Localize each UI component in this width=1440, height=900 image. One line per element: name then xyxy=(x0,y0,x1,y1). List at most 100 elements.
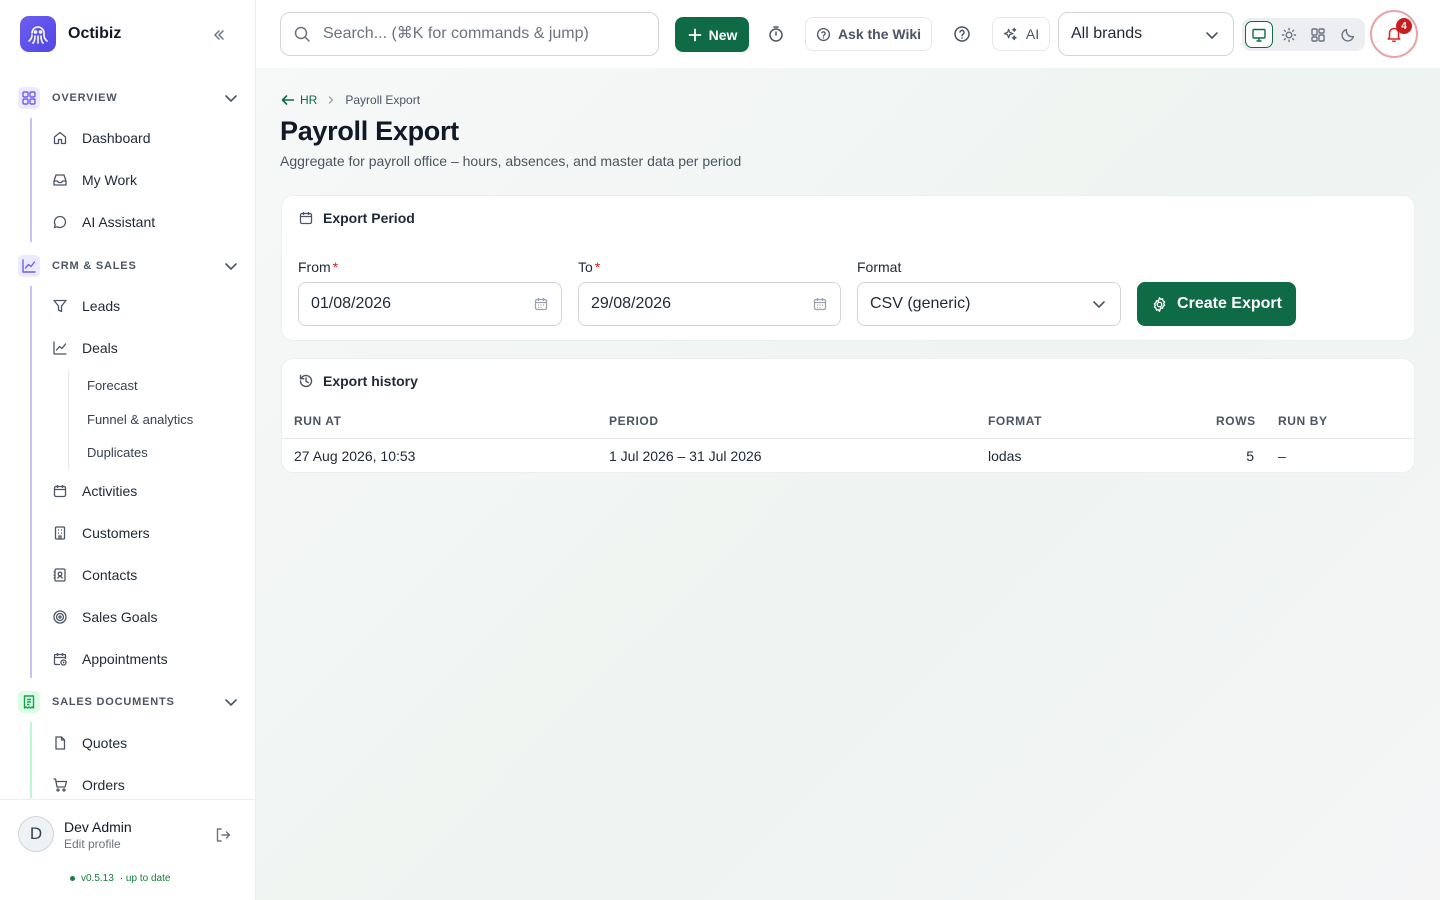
version-status: v0.5.13 · up to date xyxy=(70,873,170,884)
avatar[interactable]: D xyxy=(18,816,54,852)
sidebar-item-label: Activities xyxy=(82,483,138,499)
from-label: From * xyxy=(298,259,338,275)
grid-icon xyxy=(18,87,40,109)
breadcrumb-back-link[interactable]: HR xyxy=(280,92,317,108)
chevron-down-icon xyxy=(225,95,237,103)
create-export-button[interactable]: Create Export xyxy=(1137,282,1296,326)
history-icon xyxy=(299,374,313,388)
plus-icon xyxy=(688,28,701,41)
calendar-icon[interactable] xyxy=(812,296,828,312)
sidebar-item-label: Appointments xyxy=(82,651,168,667)
sidebar-footer: D Dev Admin Edit profile v0.5.13 · up to… xyxy=(0,799,256,900)
moon-icon[interactable] xyxy=(1334,21,1362,48)
calendar-icon xyxy=(299,212,313,225)
new-button[interactable]: New xyxy=(675,17,749,52)
target-icon xyxy=(53,610,67,624)
section-sales-documents[interactable]: SALES DOCUMENTS xyxy=(18,691,240,713)
cell-run-by: – xyxy=(1278,448,1286,464)
to-date-field[interactable]: 29/08/2026 xyxy=(578,282,841,326)
column-header-run-at[interactable]: RUN AT xyxy=(294,414,342,428)
sidebar-item-contacts[interactable]: Contacts xyxy=(52,563,137,587)
brand-select[interactable]: All brands xyxy=(1058,12,1234,56)
timer-icon[interactable] xyxy=(764,22,788,46)
layout-grid-icon[interactable] xyxy=(1305,21,1333,48)
column-header-format[interactable]: FORMAT xyxy=(988,414,1042,428)
chart-line-icon xyxy=(18,255,40,277)
sidebar-item-leads[interactable]: Leads xyxy=(52,294,120,318)
export-period-title: Export Period xyxy=(323,210,415,226)
sidebar-item-activities[interactable]: Activities xyxy=(52,479,137,503)
sidebar-item-label: Sales Goals xyxy=(82,609,158,625)
sidebar-subitem-funnel-analytics[interactable]: Funnel & analytics xyxy=(87,412,193,427)
collapse-sidebar-icon[interactable] xyxy=(208,24,230,46)
trend-icon xyxy=(53,341,67,355)
brand-select-value: All brands xyxy=(1071,25,1143,42)
format-select[interactable]: CSV (generic) xyxy=(857,282,1121,326)
home-icon xyxy=(53,131,67,145)
notifications-button[interactable]: 4 xyxy=(1370,10,1418,58)
ask-wiki-button[interactable]: Ask the Wiki xyxy=(805,17,932,51)
logout-icon[interactable] xyxy=(214,826,232,844)
help-icon[interactable] xyxy=(950,22,974,46)
sidebar-item-sales-goals[interactable]: Sales Goals xyxy=(52,605,157,629)
search-input[interactable] xyxy=(323,25,643,43)
sidebar-item-label: Deals xyxy=(82,340,118,356)
sidebar-subitem-forecast[interactable]: Forecast xyxy=(87,378,138,393)
calendar-icon[interactable] xyxy=(533,296,549,312)
help-circle-icon xyxy=(816,27,831,41)
from-date-field[interactable]: 01/08/2026 xyxy=(298,282,562,326)
section-rail xyxy=(30,722,32,798)
edit-profile-link[interactable]: Edit profile xyxy=(64,837,121,851)
cell-format: lodas xyxy=(988,448,1022,464)
to-label-text: To xyxy=(578,259,593,275)
monitor-icon[interactable] xyxy=(1245,21,1273,48)
chat-bubble-icon xyxy=(53,215,67,229)
ask-wiki-label: Ask the Wiki xyxy=(837,26,922,42)
cell-period: 1 Jul 2026 – 31 Jul 2026 xyxy=(609,448,762,464)
brand[interactable]: Octibiz xyxy=(20,16,121,52)
column-header-rows[interactable]: ROWS xyxy=(1216,414,1256,428)
sidebar-item-orders[interactable]: Orders xyxy=(52,773,125,797)
chevron-down-icon xyxy=(225,263,237,271)
breadcrumb-hr: HR xyxy=(300,93,318,107)
sidebar-subitem-duplicates[interactable]: Duplicates xyxy=(87,445,148,460)
section-crm-sales[interactable]: CRM & SALES xyxy=(18,255,240,277)
sidebar-item-ai-assistant[interactable]: AI Assistant xyxy=(52,210,155,234)
sidebar-item-appointments[interactable]: Appointments xyxy=(52,647,168,671)
status-dot xyxy=(70,876,75,881)
calendar-icon xyxy=(53,485,67,498)
notification-badge: 4 xyxy=(1396,18,1412,34)
chevron-down-icon xyxy=(225,699,237,707)
user-name[interactable]: Dev Admin xyxy=(64,819,132,835)
sidebar-item-my-work[interactable]: My Work xyxy=(52,168,137,192)
cart-icon xyxy=(53,778,68,792)
sun-icon[interactable] xyxy=(1275,21,1303,48)
section-rail xyxy=(30,118,32,242)
required-mark: * xyxy=(332,259,339,275)
sidebar-item-label: My Work xyxy=(82,172,137,188)
section-label: CRM & SALES xyxy=(52,260,137,272)
sub-rail xyxy=(68,370,69,470)
brand-name: Octibiz xyxy=(68,25,122,42)
page-subtitle: Aggregate for payroll office – hours, ab… xyxy=(280,153,742,169)
sidebar-item-quotes[interactable]: Quotes xyxy=(52,731,127,755)
create-export-label: Create Export xyxy=(1177,295,1282,312)
main-content: HR Payroll Export Payroll Export Aggrega… xyxy=(256,68,1440,900)
sidebar: Octibiz OVERVIEW Dashboard My Work AI As… xyxy=(0,0,256,900)
format-select-value: CSV (generic) xyxy=(870,295,971,312)
sidebar-item-dashboard[interactable]: Dashboard xyxy=(52,126,151,150)
column-header-period[interactable]: PERIOD xyxy=(609,414,659,428)
section-overview[interactable]: OVERVIEW xyxy=(18,87,240,109)
version-number: v0.5.13 xyxy=(81,873,114,884)
contact-book-icon xyxy=(53,568,66,582)
section-label: SALES DOCUMENTS xyxy=(52,696,175,708)
column-header-run-by[interactable]: RUN BY xyxy=(1278,414,1328,428)
ai-button[interactable]: AI xyxy=(992,17,1050,51)
search-box[interactable] xyxy=(280,12,659,56)
export-history-header: Export history xyxy=(298,373,418,389)
sidebar-item-customers[interactable]: Customers xyxy=(52,521,150,545)
sidebar-item-label: Quotes xyxy=(82,735,128,751)
sidebar-item-label: Customers xyxy=(82,525,150,541)
sidebar-item-deals[interactable]: Deals xyxy=(52,336,118,360)
cell-run-at: 27 Aug 2026, 10:53 xyxy=(294,448,416,464)
